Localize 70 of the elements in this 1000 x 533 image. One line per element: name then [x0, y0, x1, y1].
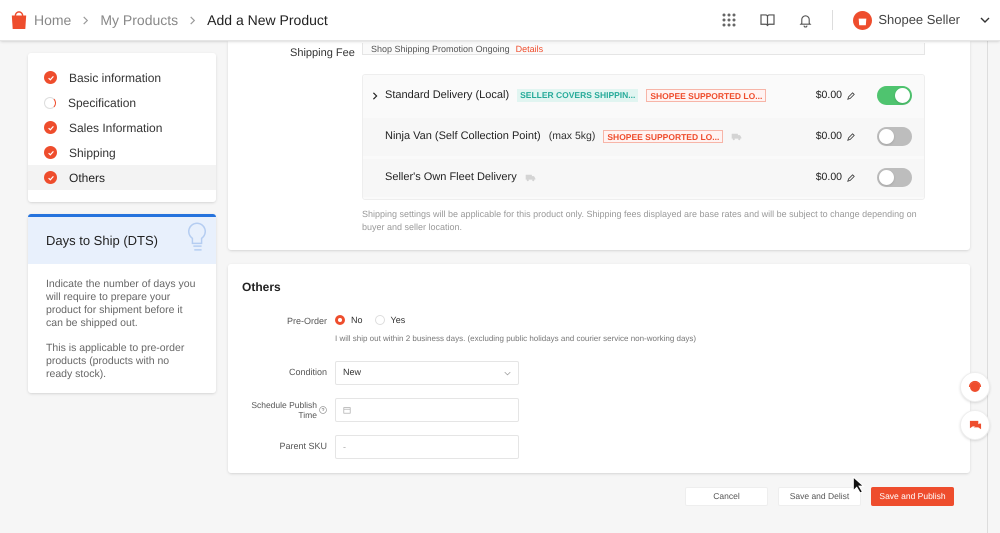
action-button[interactable]: Save and Delist: [778, 487, 861, 506]
details-link[interactable]: Details: [516, 45, 544, 54]
radio-option[interactable]: Yes: [374, 314, 406, 327]
chevron-down-icon[interactable]: [980, 15, 990, 25]
field-label: Parent SKU: [278, 440, 327, 454]
shipping-tag: SELLER COVERS SHIPPIN...: [517, 89, 638, 102]
section-title: Others: [242, 278, 282, 296]
step-item[interactable]: Others: [28, 165, 216, 190]
tip-text: This is applicable to pre-order products (products with no ready stock).: [46, 342, 186, 381]
truck-icon: [731, 132, 742, 141]
chevron-down-icon: [504, 370, 511, 376]
publish-button[interactable]: Save and Publish: [871, 487, 954, 506]
step-label: Specification: [68, 94, 136, 112]
chat-icon: [968, 418, 982, 432]
calendar-icon: [343, 406, 351, 414]
option-price: $0.00: [816, 88, 842, 103]
apps-grid-icon[interactable]: [722, 13, 736, 27]
truck-icon: [524, 173, 536, 182]
pencil-icon[interactable]: [847, 174, 855, 182]
bell-icon[interactable]: [799, 12, 812, 28]
step-label: Basic information: [69, 70, 162, 86]
toggle-switch[interactable]: [877, 86, 912, 105]
shipping-footnote: Shipping settings will be applicable for this product only. Shipping fees displayed are base rates and will be subject to change depending on buyer and seller location.: [362, 208, 918, 234]
sku-input-field[interactable]: -: [335, 435, 519, 459]
date-input-field[interactable]: [335, 398, 519, 422]
lightbulb-icon: [186, 221, 208, 253]
field-label: Schedule Publish Time: [250, 400, 317, 420]
radio-option[interactable]: No: [335, 314, 363, 327]
option-name: Standard Delivery (Local): [385, 88, 510, 104]
preorder-hint: I will ship out within 2 business days. (excluding public holidays and courier service non-working days): [335, 333, 696, 345]
option-name: Ninja Van (Self Collection Point): [385, 129, 541, 144]
action-button[interactable]: Cancel: [685, 487, 768, 506]
tip-text: Indicate the number of days you will require to prepare your product for shipment before it can be shipped out.: [46, 278, 196, 330]
pencil-icon[interactable]: [847, 92, 855, 100]
breadcrumb-link[interactable]: Home: [34, 10, 72, 30]
field-label: Condition: [288, 366, 327, 380]
book-icon[interactable]: [760, 14, 776, 26]
tip-title: Days to Ship (DTS): [46, 232, 158, 250]
select-value: New: [343, 366, 362, 380]
step-label: Others: [69, 170, 106, 186]
account-name[interactable]: Shopee Seller: [878, 10, 960, 30]
step-label: Sales Information: [69, 120, 162, 136]
mouse-pointer-icon: [852, 476, 866, 494]
step-item[interactable]: Specification: [28, 90, 216, 115]
page-title: Add a New Product: [207, 10, 328, 30]
step-item[interactable]: Sales Information: [28, 115, 216, 140]
shipping-tag: SHOPEE SUPPORTED LO...: [646, 89, 766, 102]
option-price: $0.00: [816, 170, 842, 185]
step-item[interactable]: Basic information: [28, 65, 216, 90]
chevron-right-icon: [188, 16, 198, 24]
field-label: Shipping Fee: [290, 46, 352, 61]
chevron-right-icon: [81, 16, 90, 24]
shipping-tag: SHOPEE SUPPORTED LO...: [603, 130, 724, 143]
condition-select[interactable]: New: [335, 361, 519, 385]
headset-icon: [968, 380, 982, 394]
shopping-bag-logo-icon: [10, 10, 28, 30]
promotion-text: Shop Shipping Promotion Ongoing: [371, 45, 510, 54]
toggle-switch[interactable]: [877, 168, 912, 187]
pencil-icon[interactable]: [847, 132, 855, 140]
step-label: Shipping: [69, 144, 116, 162]
breadcrumb-link[interactable]: My Products: [100, 10, 178, 30]
option-note: (max 5kg): [548, 128, 596, 144]
chevron-right-icon[interactable]: [371, 92, 379, 100]
option-name: Seller's Own Fleet Delivery: [385, 170, 517, 186]
toggle-switch[interactable]: [877, 127, 912, 146]
option-price: $0.00: [816, 128, 842, 144]
field-label: Pre-Order: [286, 314, 327, 328]
step-item[interactable]: Shipping: [28, 140, 216, 165]
help-icon[interactable]: [319, 406, 327, 414]
shop-avatar-icon[interactable]: [853, 10, 872, 30]
